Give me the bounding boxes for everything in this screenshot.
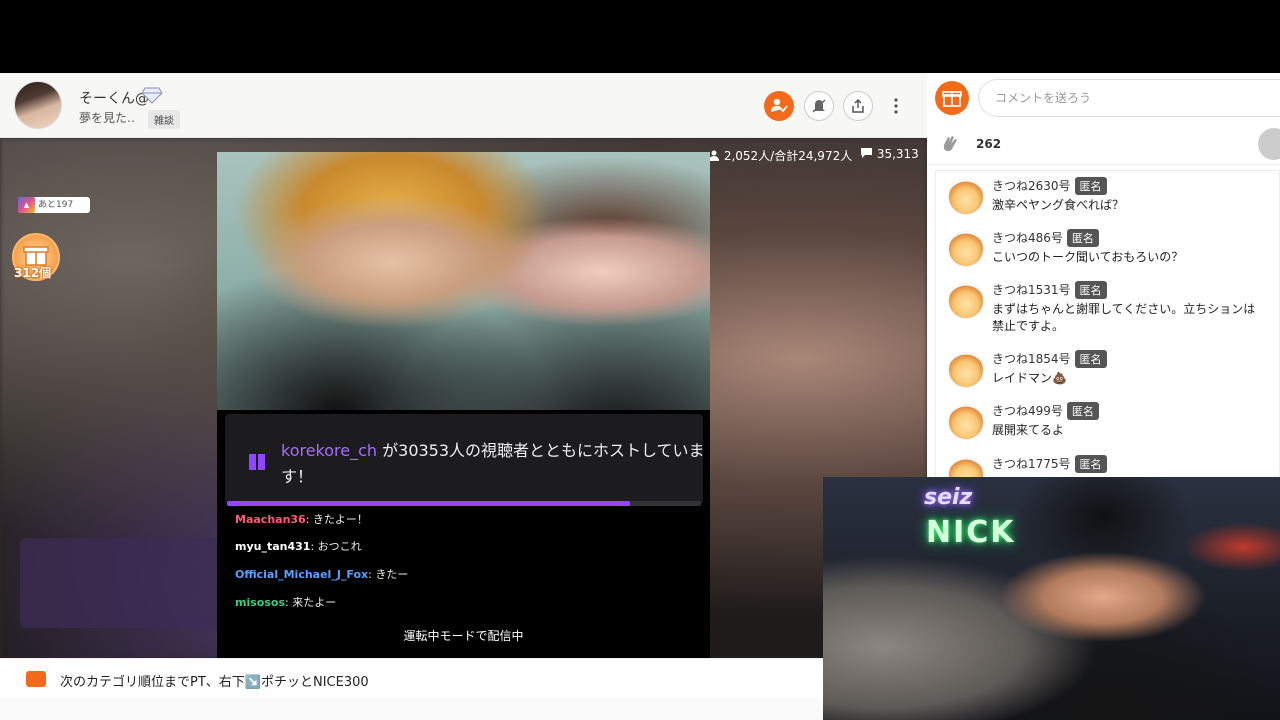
- inner-chat-line: myu_tan431: おつこれ: [235, 540, 362, 553]
- announcement-ticker[interactable]: 次のカテゴリ順位までPT、右下↘️ポチッとNICE300: [0, 658, 823, 698]
- bell-off-icon: [812, 99, 826, 113]
- neon-sign-nick: NICK: [926, 515, 1016, 550]
- comment-author-name: きつね499号: [992, 404, 1063, 418]
- blurred-overlay: [20, 538, 220, 628]
- comment-count-text: 35,313: [876, 147, 919, 161]
- vertical-dots-icon: [894, 98, 898, 114]
- facecam-overlay: seiz NICK: [823, 477, 1280, 720]
- comment-list: きつね2630号 匿名 激辛ペヤング食べれば？ きつね486号 匿名 こいつのトーク…: [935, 170, 1280, 480]
- comment-author-name: きつね2630号: [992, 179, 1071, 193]
- inner-chat-line: Maachan36: きたよー！: [235, 513, 368, 526]
- inner-chat-line: Official_Michael_J_Fox: きたー: [235, 568, 409, 581]
- anonymous-badge: 匿名: [1066, 402, 1099, 420]
- streamer-name[interactable]: そーくん@: [79, 88, 149, 108]
- comment-author: きつね2630号 匿名: [992, 177, 1107, 195]
- share-icon: [852, 98, 864, 113]
- comment-text: まずはちゃんと謝罪してください。立ちションは禁止ですよ。: [992, 302, 1256, 333]
- person-check-icon: [771, 98, 788, 113]
- inner-stream-video: korekore_ch が30353人の視聴者とともにホストしています！ Maa…: [217, 152, 710, 658]
- inner-chat-line: misosos: 来たよー: [235, 596, 337, 609]
- gift-count: 312個: [14, 266, 52, 280]
- fox-avatar: [948, 404, 984, 440]
- inner-camera-feed: [217, 152, 710, 410]
- rank-badge[interactable]: ▲ あと197: [18, 197, 90, 213]
- comment-text: 展開来てるよ: [992, 423, 1065, 437]
- ticker-text: 次のカテゴリ順位までPT、右下↘️ポチッとNICE300: [60, 675, 369, 690]
- host-progress-fill: [227, 501, 630, 506]
- neon-sign-seiz: seiz: [924, 485, 973, 510]
- top-black-bar: [0, 0, 1280, 73]
- inner-chat-user: myu_tan431: [235, 540, 311, 553]
- bottom-toolbar: [0, 698, 823, 720]
- inner-chat-user: Maachan36: [235, 513, 306, 526]
- comment-author: きつね1775号 匿名: [992, 455, 1107, 473]
- host-icon: [249, 454, 265, 470]
- comment-author: きつね1854号 匿名: [992, 350, 1107, 368]
- comment-author-name: きつね1531号: [992, 283, 1071, 297]
- share-button[interactable]: [843, 91, 873, 121]
- host-text: korekore_ch が30353人の視聴者とともにホストしています！: [281, 438, 710, 490]
- comment-author-name: きつね1775号: [992, 457, 1071, 471]
- comment-text: 激辛ペヤング食べれば？: [992, 198, 1125, 212]
- inner-chat-text: 来たよー: [292, 596, 337, 609]
- comment-input[interactable]: コメントを送ろう: [978, 79, 1280, 117]
- notification-mute-button[interactable]: [804, 91, 834, 121]
- speech-bubble-icon: [861, 148, 872, 158]
- rank-remaining: あと197: [38, 200, 74, 210]
- fox-avatar: [948, 179, 984, 215]
- diamond-icon: [141, 87, 163, 104]
- fox-avatar: [948, 352, 984, 388]
- inner-chat-user: Official_Michael_J_Fox: [235, 568, 369, 581]
- clap-count: 262: [976, 137, 1002, 151]
- host-notification: korekore_ch が30353人の視聴者とともにホストしています！: [225, 414, 705, 504]
- gift-icon: [942, 91, 962, 107]
- category-badge[interactable]: 雑談: [148, 110, 180, 129]
- host-progress-bar: [227, 501, 701, 506]
- comment-author: きつね486号 匿名: [992, 229, 1099, 247]
- fox-avatar: [948, 283, 984, 319]
- comment-author-name: きつね1854号: [992, 352, 1071, 366]
- comment-author-name: きつね486号: [992, 231, 1063, 245]
- host-username[interactable]: korekore_ch: [281, 441, 377, 460]
- gift-button[interactable]: [935, 81, 969, 115]
- follow-button[interactable]: [764, 91, 794, 121]
- anonymous-badge: 匿名: [1074, 281, 1107, 299]
- comment-author: きつね1531号 匿名: [992, 281, 1107, 299]
- rank-icon: ▲: [18, 197, 35, 213]
- anonymous-badge: 匿名: [1074, 350, 1107, 368]
- video-player[interactable]: ▲ あと197 312個 2,052人/合計24,972人 35,313 kor…: [0, 138, 927, 658]
- stream-panel: そーくん@ 夢を見た‥ 雑談 ▲ あと197 312個 2,052人/合計24,…: [0, 73, 927, 720]
- comment-count: 35,313: [860, 147, 919, 161]
- streamer-avatar[interactable]: [14, 81, 62, 129]
- inner-chat-user: misosos: [235, 596, 285, 609]
- app-root: そーくん@ 夢を見た‥ 雑談 ▲ あと197 312個 2,052人/合計24,…: [0, 0, 1280, 720]
- anonymous-badge: 匿名: [1074, 455, 1107, 473]
- comment-author: きつね499号 匿名: [992, 402, 1099, 420]
- inner-chat-text: おつこれ: [317, 540, 362, 553]
- anonymous-badge: 匿名: [1066, 229, 1099, 247]
- fox-avatar: [948, 231, 984, 267]
- anonymous-badge: 匿名: [1074, 177, 1107, 195]
- viewer-count: 2,052人/合計24,972人: [708, 147, 852, 164]
- inner-chat-text: きたよー！: [312, 513, 368, 526]
- clap-icon[interactable]: [939, 133, 961, 155]
- stream-subtitle: 夢を見た‥: [79, 111, 136, 125]
- viewer-count-text: 2,052人/合計24,972人: [723, 149, 853, 163]
- chat-bubble-icon: [26, 671, 46, 687]
- more-options-button[interactable]: [884, 91, 908, 121]
- inner-chat-text: きたー: [375, 568, 409, 581]
- driving-mode-notice: 運転中モードで配信中: [403, 629, 524, 643]
- comment-text: レイドマン💩: [992, 371, 1067, 385]
- clap-row: 262: [927, 123, 1280, 165]
- stream-header: そーくん@ 夢を見た‥ 雑談: [0, 73, 927, 138]
- comment-text: こいつのトーク聞いておもろいの？: [992, 250, 1184, 264]
